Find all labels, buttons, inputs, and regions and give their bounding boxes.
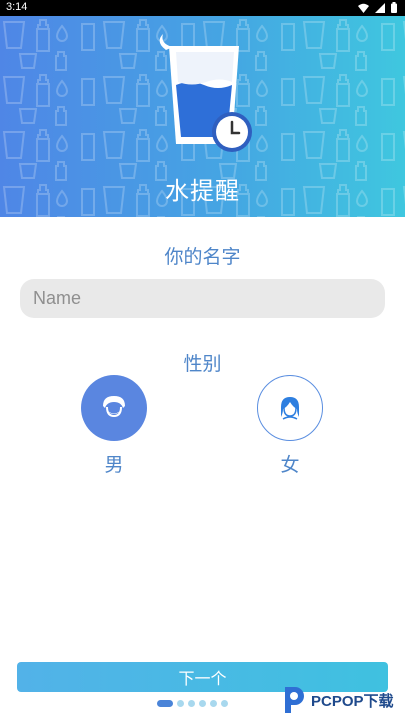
water-glass-logo-icon (159, 34, 252, 152)
gender-male-button[interactable] (81, 375, 147, 441)
page-dot (199, 700, 206, 707)
female-avatar-icon (281, 397, 299, 420)
gender-female-button[interactable] (257, 375, 323, 441)
page-dot (221, 700, 228, 707)
watermark-text: PCPOP下载 (311, 692, 394, 710)
page-dot (177, 700, 184, 707)
header-banner: 水提醒 (0, 16, 405, 217)
status-bar: 3:14 (0, 0, 405, 16)
gender-male-label: 男 (104, 454, 124, 476)
name-label: 你的名字 (164, 246, 241, 268)
watermark: PCPOP下载 (281, 685, 394, 715)
name-input[interactable] (20, 279, 385, 318)
battery-icon (391, 2, 397, 13)
male-avatar-icon (103, 396, 125, 418)
wifi-icon (358, 3, 369, 13)
signal-icon (375, 2, 385, 13)
status-icons (358, 2, 397, 13)
page-dot (210, 700, 217, 707)
gender-label: 性别 (183, 353, 222, 375)
page-dot-active (157, 700, 173, 707)
gender-female-label: 女 (280, 454, 300, 476)
pcpop-logo-icon (285, 687, 304, 713)
app-title: 水提醒 (165, 177, 240, 205)
page-indicator (157, 700, 228, 707)
status-time: 3:14 (6, 1, 28, 13)
page-dot (188, 700, 195, 707)
